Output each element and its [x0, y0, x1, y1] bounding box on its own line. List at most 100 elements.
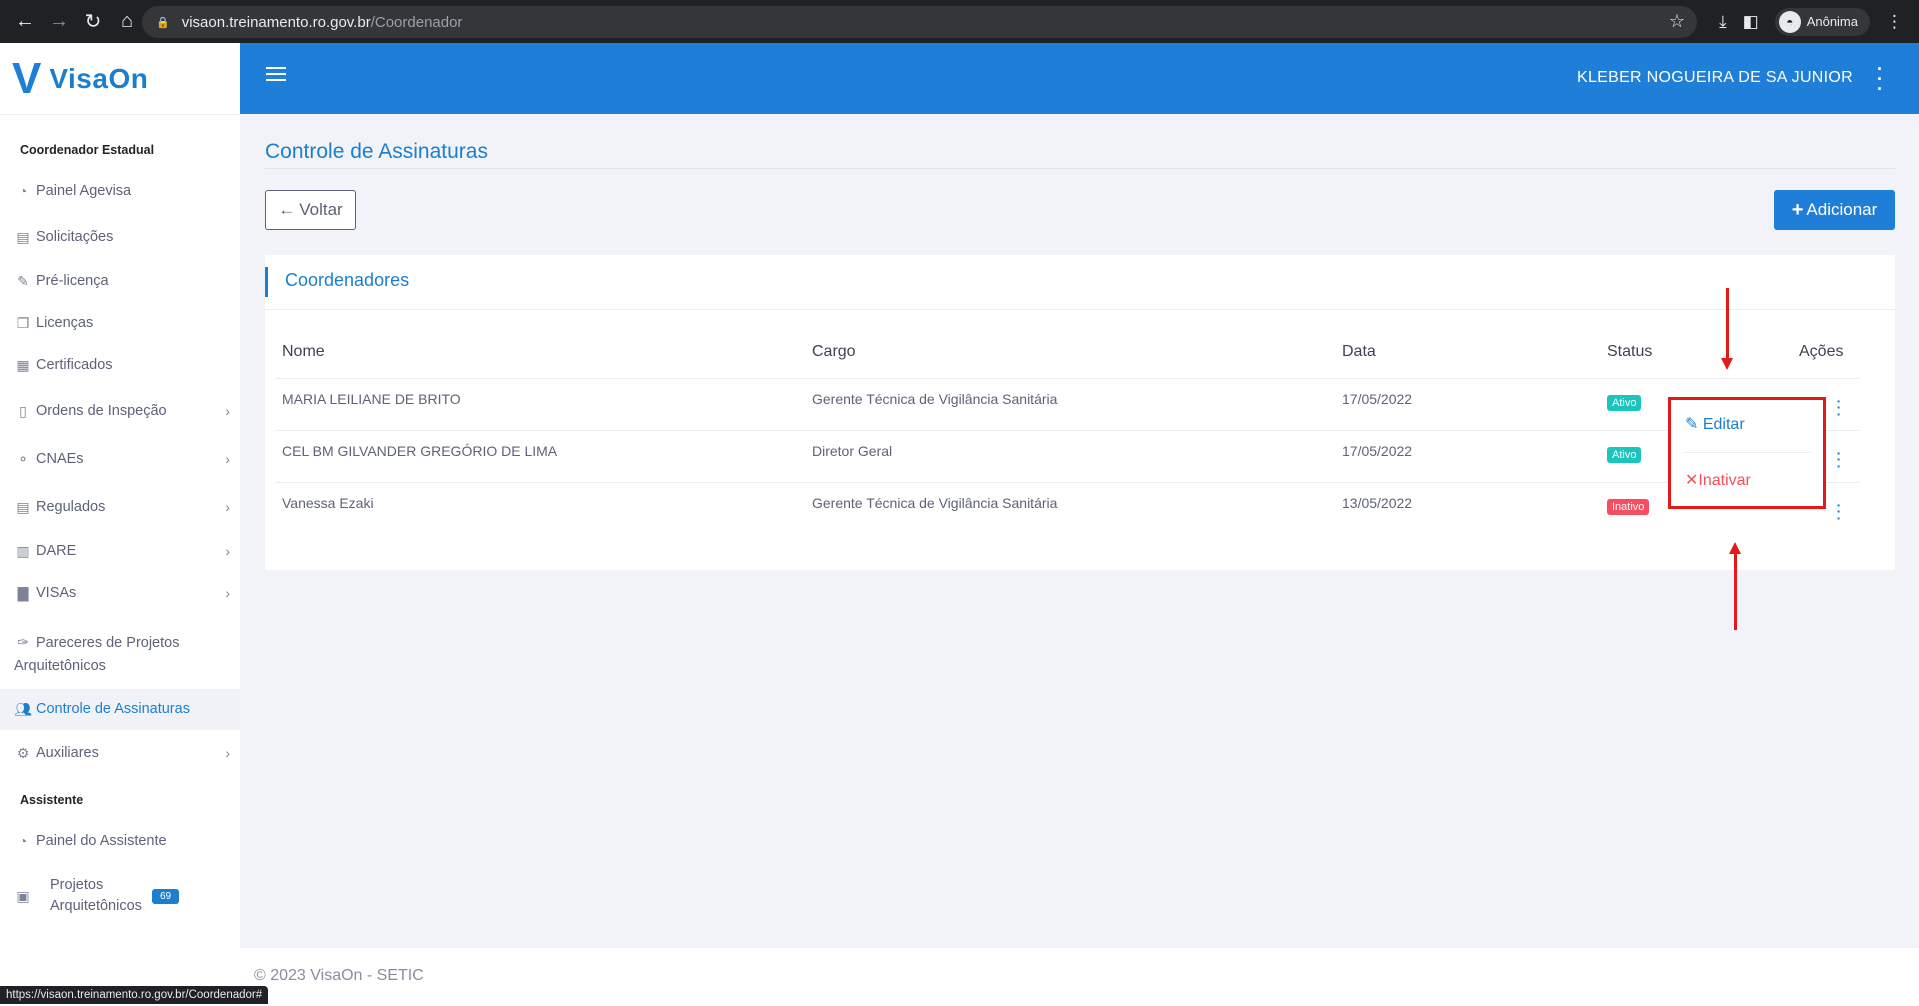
sidebar-item-label: CNAEs [36, 451, 84, 467]
plus-icon: + [1791, 198, 1804, 221]
annotation-arrowhead-up [1729, 542, 1741, 554]
cell-data: 17/05/2022 [1342, 443, 1413, 459]
back-arrow-icon[interactable]: ← [8, 5, 42, 39]
status-bar-url: https://visaon.treinamento.ro.gov.br/Coo… [0, 986, 269, 1004]
address-bar[interactable]: 🔒 visaon.treinamento.ro.gov.br/Coordenad… [142, 6, 1697, 38]
sidebar-item-label: Licenças [36, 315, 94, 331]
sidebar-item-label: Auxiliares [36, 745, 99, 761]
annotation-arrow-up [1734, 552, 1737, 630]
top-bar: KLEBER NOGUEIRA DE SA JUNIOR · · · [240, 43, 1919, 114]
inactivate-menu-item[interactable]: ✕Inativar [1685, 470, 1751, 490]
status-badge: Inativo [1607, 499, 1650, 515]
cell-cargo: Diretor Geral [812, 443, 893, 459]
home-icon[interactable]: ⌂ [110, 5, 144, 39]
sidebar: V VisaOn Coordenador Estadual ◔ Painel Ag… [0, 43, 240, 1006]
card-title: Coordenadores [285, 270, 410, 290]
file-icon: ▯ [19, 403, 27, 419]
arrow-left-icon: ← [278, 200, 296, 219]
edit-label: Editar [1702, 416, 1745, 433]
sidebar-item-solicitacoes[interactable]: ▤ Solicitações [14, 229, 230, 246]
sidebar-item-controle-de-assinaturas[interactable]: 👥︎ Controle de Assinaturas [0, 689, 240, 730]
sidebar-item-label: Pareceres de Projetos Arquitetônicos [14, 635, 180, 674]
logo-check-icon: V [12, 53, 42, 103]
cell-data: 17/05/2022 [1342, 391, 1413, 407]
browser-menu-icon[interactable]: ⋮ [1886, 12, 1903, 32]
file-list-icon: ▤ [16, 499, 30, 515]
column-header-acoes: Ações [1799, 343, 1844, 360]
row-actions-kebab-icon[interactable]: · · · [1835, 498, 1843, 525]
row-actions-kebab-icon[interactable]: · · · [1835, 394, 1843, 421]
profile-label: Anônima [1806, 14, 1858, 29]
sidebar-item-regulados[interactable]: ▤ Regulados › [14, 499, 230, 516]
column-header-nome: Nome [282, 343, 325, 360]
url-host: visaon.treinamento.ro.gov.br [181, 13, 371, 31]
footer-text: © 2023 VisaOn - SETIC [254, 967, 424, 984]
add-button[interactable]: + Adicionar [1774, 190, 1895, 230]
cell-cargo: Gerente Técnica de Vigilância Sanitária [812, 495, 1058, 511]
sidebar-item-certificados[interactable]: ▦ Certificados [14, 357, 230, 374]
brand-logo[interactable]: V VisaOn [0, 43, 240, 115]
download-icon[interactable]: ⤓ [1719, 12, 1727, 32]
sidebar-item-label: Ordens de Inspeção [36, 403, 167, 419]
building-icon: ▇ [17, 585, 29, 601]
annotation-arrow-down [1726, 288, 1729, 360]
pencil-icon: ✎ [1685, 416, 1699, 433]
chevron-right-icon: › [225, 451, 230, 467]
chevron-right-icon: › [225, 745, 230, 761]
sidebar-item-painel-do-assistente[interactable]: ◔ Painel do Assistente [14, 833, 230, 849]
bookmark-star-icon[interactable]: ☆ [1669, 11, 1685, 32]
feather-icon: ✑ [17, 634, 29, 650]
sidebar-item-projetos-arquitetonicos[interactable]: ▣ Projetos Arquitetônicos 69 [14, 875, 230, 917]
sidebar-item-cnaes[interactable]: ⚬ CNAEs › [14, 451, 230, 468]
section-assistente: Assistente [20, 793, 84, 807]
user-name[interactable]: KLEBER NOGUEIRA DE SA JUNIOR [1577, 69, 1853, 87]
chevron-right-icon: › [225, 585, 230, 601]
incognito-icon: ◓ [1778, 10, 1801, 33]
row-actions-dropdown: ✎ Editar ✕Inativar [1668, 397, 1826, 509]
blueprint-icon: ▣ [16, 887, 30, 904]
incognito-profile[interactable]: ◓ Anônima [1774, 7, 1870, 36]
brand-name: VisaOn [49, 62, 149, 94]
users-icon: 👥︎ [14, 701, 32, 717]
sidebar-item-pre-licenca[interactable]: ✎ Pré-licença [14, 273, 230, 290]
sidebar-item-label: DARE [36, 543, 77, 559]
reload-icon[interactable]: ↻ [76, 5, 110, 39]
section-coordenador-estadual: Coordenador Estadual [20, 143, 155, 157]
forward-arrow-icon[interactable]: → [42, 5, 76, 39]
hamburger-menu-icon[interactable] [266, 67, 286, 85]
sidebar-item-visas[interactable]: ▇ VISAs › [14, 585, 230, 602]
side-panel-icon[interactable]: ◧ [1743, 12, 1759, 32]
sitemap-icon: ⚬ [17, 451, 29, 467]
sidebar-item-auxiliares[interactable]: ⚙ Auxiliares › [14, 745, 230, 762]
row-actions-kebab-icon[interactable]: · · · [1835, 446, 1843, 473]
sidebar-item-ordens-de-inspecao[interactable]: ▯ Ordens de Inspeção › [14, 403, 230, 420]
sidebar-item-label: Painel do Assistente [36, 833, 167, 849]
edit-menu-item[interactable]: ✎ Editar [1685, 414, 1745, 434]
document-icon: ▦ [16, 357, 30, 373]
chevron-right-icon: › [225, 543, 230, 559]
sidebar-item-licencas[interactable]: ❐ Licenças [14, 315, 230, 332]
dashboard-icon: ◔ [18, 183, 28, 199]
sidebar-item-label: Pré-licença [36, 273, 109, 289]
cell-data: 13/05/2022 [1342, 495, 1413, 511]
browser-toolbar: ← → ↻ ⌂ 🔒 visaon.treinamento.ro.gov.br/C… [0, 0, 1919, 43]
clipboard-icon: ▤ [16, 229, 30, 245]
sidebar-item-painel-agevisa[interactable]: ◔ Painel Agevisa [14, 183, 230, 199]
cell-cargo: Gerente Técnica de Vigilância Sanitária [812, 391, 1058, 407]
sidebar-item-label: Certificados [36, 357, 113, 373]
user-menu-kebab-icon[interactable]: · · · [1877, 60, 1883, 98]
sidebar-item-dare[interactable]: ▥ DARE › [14, 543, 230, 560]
column-header-cargo: Cargo [812, 343, 856, 360]
files-icon: ❐ [16, 315, 30, 331]
count-badge: 69 [152, 888, 180, 904]
inactivate-label: Inativar [1698, 472, 1751, 489]
cell-nome: Vanessa Ezaki [282, 495, 374, 511]
sidebar-item-label: Controle de Assinaturas [36, 701, 190, 717]
page-title: Controle de Assinaturas [265, 140, 488, 163]
back-button[interactable]: ← Voltar [265, 190, 356, 230]
sidebar-item-pareceres[interactable]: ✑ Pareceres de Projetos Arquitetônicos [14, 631, 230, 678]
footer: © 2023 VisaOn - SETIC [240, 948, 1919, 1006]
cell-nome: CEL BM GILVANDER GREGÓRIO DE LIMA [282, 443, 558, 459]
dashboard-icon: ◔ [18, 833, 28, 849]
edit-document-icon: ✎ [17, 273, 29, 289]
